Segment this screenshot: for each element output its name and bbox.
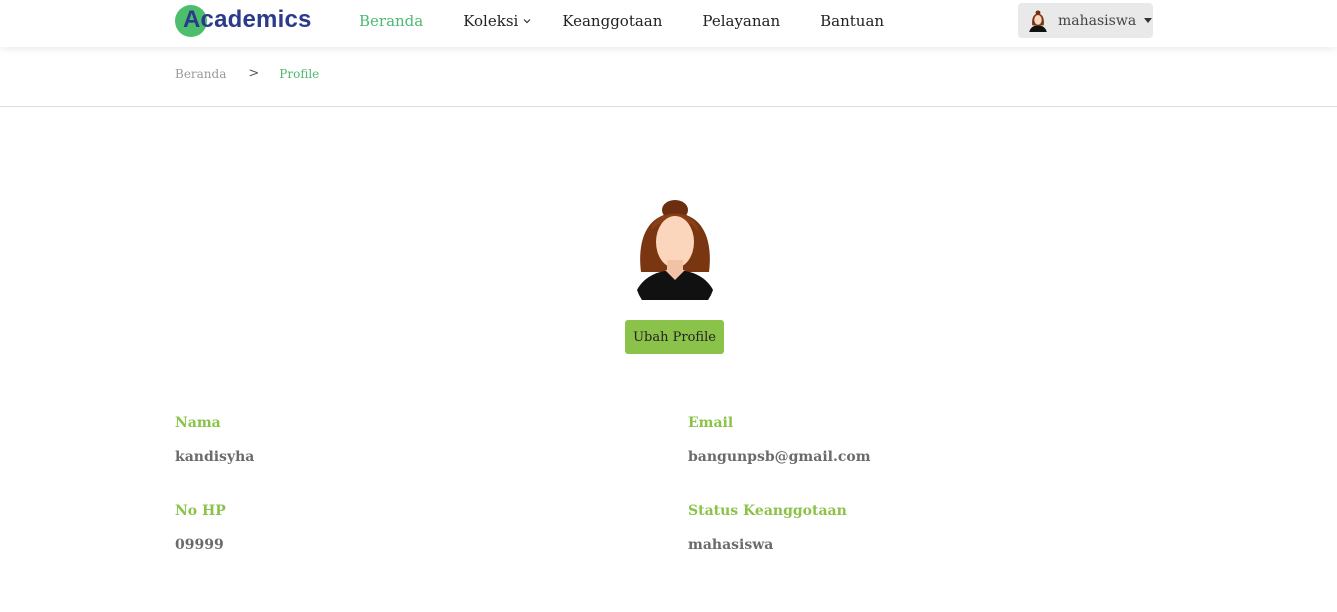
breadcrumb-separator: > <box>248 66 260 81</box>
caret-down-icon <box>1144 18 1153 23</box>
woman-avatar-icon <box>637 200 713 300</box>
chevron-down-icon <box>523 19 531 24</box>
woman-avatar-icon <box>1029 9 1047 32</box>
nav-item-beranda[interactable]: Beranda <box>359 0 423 42</box>
brand-logo[interactable]: Academics <box>175 4 315 38</box>
field-nama-value: kandisyha <box>175 449 255 465</box>
nav-item-pelayanan[interactable]: Pelayanan <box>702 0 780 42</box>
field-no-hp: No HP 09999 <box>175 503 226 553</box>
breadcrumb-home[interactable]: Beranda <box>175 67 226 81</box>
breadcrumb: Beranda > Profile <box>175 66 319 81</box>
breadcrumb-current: Profile <box>279 66 320 81</box>
edit-profile-button[interactable]: Ubah Profile <box>625 320 724 354</box>
field-status-value: mahasiswa <box>688 537 774 553</box>
field-status-keanggotaan: Status Keanggotaan mahasiswa <box>688 503 847 553</box>
field-no-hp-value: 09999 <box>175 537 224 553</box>
nav-item-bantuan[interactable]: Bantuan <box>820 0 884 42</box>
nav-item-koleksi-label: Koleksi <box>463 12 519 30</box>
field-email-value: bangunpsb@gmail.com <box>688 449 871 465</box>
field-nama: Nama kandisyha <box>175 415 254 465</box>
nav-item-keanggotaan[interactable]: Keanggotaan <box>562 0 662 42</box>
header-divider <box>0 106 1337 107</box>
main-nav: Beranda Koleksi Keanggotaan Pelayanan Ba… <box>359 0 924 42</box>
brand-name: Academics <box>183 6 312 33</box>
field-status-label: Status Keanggotaan <box>688 503 847 519</box>
user-name: mahasiswa <box>1058 12 1137 29</box>
field-no-hp-label: No HP <box>175 503 226 519</box>
nav-item-koleksi[interactable]: Koleksi <box>463 0 532 42</box>
top-navbar: Academics Beranda Koleksi Keanggotaan Pe… <box>0 0 1337 47</box>
field-email-label: Email <box>688 415 734 431</box>
field-nama-label: Nama <box>175 415 221 431</box>
field-email: Email bangunpsb@gmail.com <box>688 415 871 465</box>
user-menu-button[interactable]: mahasiswa <box>1018 3 1153 38</box>
